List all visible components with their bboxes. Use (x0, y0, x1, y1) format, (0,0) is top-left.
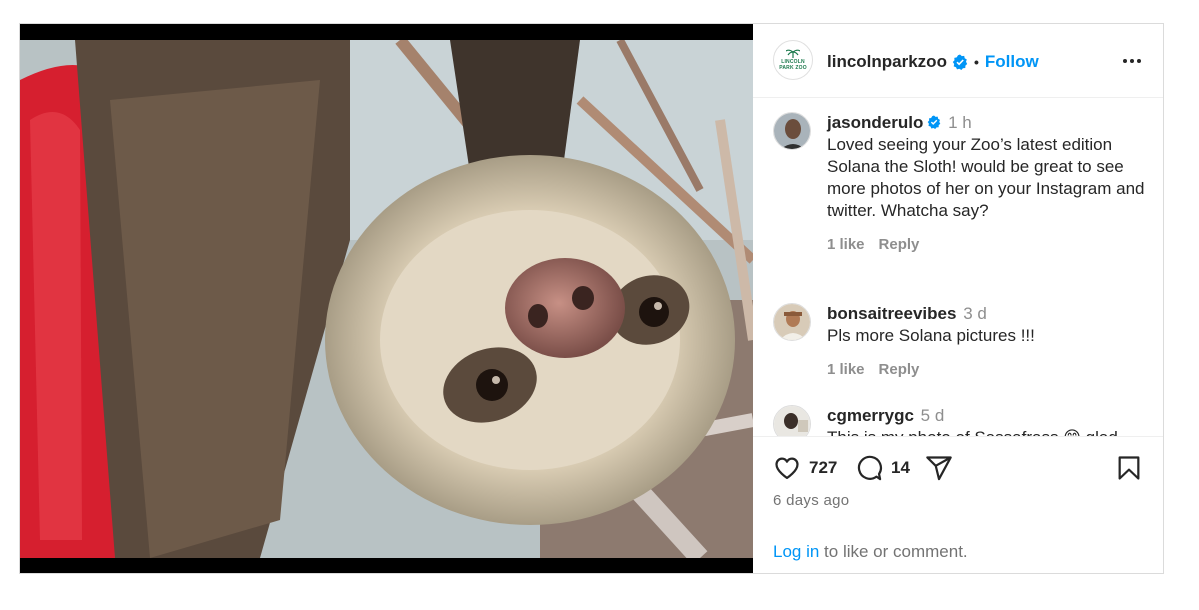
comment-time: 5 d (920, 406, 945, 425)
post-actions-bar: 727 14 (773, 454, 1153, 484)
comment-count: 14 (891, 458, 910, 477)
comment-action[interactable]: 14 (855, 454, 910, 482)
login-prompt-text: to like or comment. (819, 542, 968, 561)
comment-time: 1 h (948, 113, 972, 132)
sloth-photo (20, 40, 753, 558)
verified-badge-icon (952, 54, 968, 70)
account-header: lincolnparkzoo • Follow (827, 52, 1039, 72)
more-options-icon[interactable] (1123, 59, 1141, 63)
bookmark-icon[interactable] (1115, 454, 1143, 482)
post-side-panel: LINCOLN PARK ZOO lincolnparkzoo • Follow (753, 24, 1163, 573)
reply-button[interactable]: Reply (879, 236, 920, 253)
post-media[interactable] (20, 24, 753, 573)
account-name[interactable]: lincolnparkzoo (827, 52, 947, 72)
comment-likes[interactable]: 1 like (827, 361, 865, 378)
comment-text: Pls more Solana pictures !!! (827, 326, 1035, 345)
verified-badge-icon (928, 115, 941, 129)
avatar[interactable] (773, 303, 811, 341)
comment-text: Loved seeing your Zoo’s latest edition S… (827, 135, 1145, 220)
post-date: 6 days ago (773, 492, 850, 509)
like-action[interactable]: 727 (773, 454, 837, 482)
comment-text: This is my photo of Sassafrass 😁 glad sh… (827, 428, 1118, 436)
comments-list[interactable]: jasonderulo 1 h Loved seeing your Zoo’s … (753, 98, 1163, 437)
share-action[interactable] (925, 454, 953, 482)
save-action[interactable] (1115, 454, 1143, 482)
heart-icon[interactable] (773, 454, 801, 482)
comment-likes[interactable]: 1 like (827, 236, 865, 253)
post-header: LINCOLN PARK ZOO lincolnparkzoo • Follow (753, 24, 1163, 98)
logo-line-2: PARK ZOO (779, 65, 807, 71)
comment-username[interactable]: cgmerrygc (827, 406, 914, 425)
share-icon[interactable] (925, 454, 953, 482)
palm-leaf-icon (786, 49, 800, 58)
lincoln-park-zoo-avatar[interactable]: LINCOLN PARK ZOO (773, 40, 813, 80)
comment-username[interactable]: bonsaitreevibes (827, 304, 956, 323)
avatar[interactable] (773, 405, 811, 436)
comment-time: 3 d (963, 304, 987, 323)
avatar[interactable] (773, 112, 811, 150)
comment-icon[interactable] (855, 454, 883, 482)
login-link[interactable]: Log in (773, 542, 819, 561)
reply-button[interactable]: Reply (879, 361, 920, 378)
comment-username[interactable]: jasonderulo (827, 113, 923, 132)
separator-dot: • (973, 54, 979, 70)
like-count: 727 (809, 458, 838, 477)
login-prompt: Log in to like or comment. (773, 542, 968, 562)
instagram-post: LINCOLN PARK ZOO lincolnparkzoo • Follow (19, 23, 1164, 574)
follow-button[interactable]: Follow (985, 52, 1039, 72)
